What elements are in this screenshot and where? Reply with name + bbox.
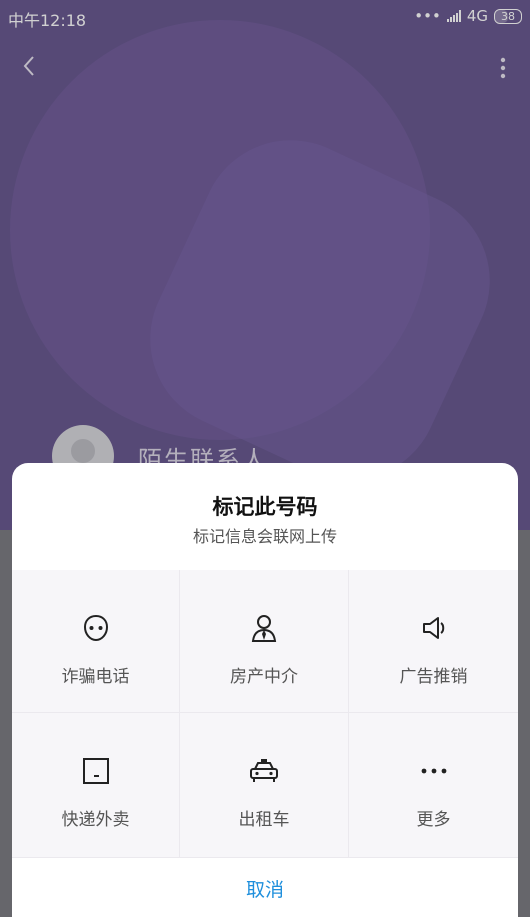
- more-dots-icon: [418, 755, 450, 787]
- option-more[interactable]: 更多: [349, 713, 518, 858]
- sheet-title: 标记此号码: [212, 495, 318, 519]
- mark-options-grid: 诈骗电话 房产中介 广告推销 快递外卖 出租车 更多: [12, 570, 518, 858]
- option-label: 房产中介: [230, 667, 298, 687]
- option-label: 广告推销: [399, 667, 468, 687]
- option-label: 诈骗电话: [61, 667, 130, 687]
- cancel-button[interactable]: 取消: [12, 859, 518, 917]
- option-label: 更多: [416, 810, 451, 830]
- megaphone-icon: [418, 612, 450, 644]
- sheet-subtitle: 标记信息会联网上传: [192, 527, 337, 546]
- option-delivery[interactable]: 快递外卖: [12, 713, 180, 858]
- fraud-mask-icon: [80, 612, 112, 644]
- option-label: 快递外卖: [61, 810, 130, 830]
- option-fraud-call[interactable]: 诈骗电话: [12, 570, 180, 713]
- package-box-icon: [80, 755, 112, 787]
- option-taxi[interactable]: 出租车: [180, 713, 349, 858]
- option-label: 出租车: [238, 810, 290, 830]
- agent-person-icon: [248, 612, 280, 644]
- taxi-icon: [248, 755, 280, 787]
- option-advertising[interactable]: 广告推销: [349, 570, 518, 713]
- option-real-estate-agent[interactable]: 房产中介: [180, 570, 349, 713]
- mark-number-sheet: 标记此号码 标记信息会联网上传 诈骗电话 房产中介 广告推销 快递外卖 出租车 …: [12, 463, 518, 917]
